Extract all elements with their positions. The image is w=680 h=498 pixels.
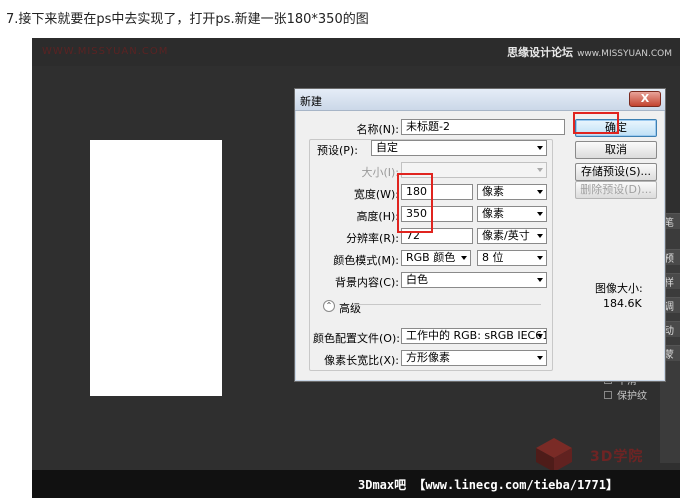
name-input[interactable]: 未标题-2	[401, 119, 565, 135]
chevron-down-icon	[537, 168, 543, 172]
save-preset-button[interactable]: 存储预设(S)...	[575, 163, 657, 181]
divider	[355, 304, 541, 305]
cancel-button[interactable]: 取消	[575, 141, 657, 159]
background-select[interactable]: 白色	[401, 272, 547, 288]
new-document-dialog: 新建 X 名称(N): 未标题-2 预设(P): 自定 大小(I): 宽度(W)…	[294, 88, 666, 382]
collapse-toggle-icon[interactable]: ⌃	[323, 300, 335, 312]
resolution-label: 分辨率(R):	[346, 232, 399, 245]
bit-depth-select[interactable]: 8 位	[477, 250, 547, 266]
color-profile-select[interactable]: 工作中的 RGB: sRGB IEC6196...	[401, 328, 547, 344]
preset-label: 预设(P):	[315, 142, 363, 158]
resolution-input[interactable]: 72	[401, 228, 473, 244]
advanced-label[interactable]: 高级	[339, 300, 361, 316]
height-label: 高度(H):	[356, 210, 399, 223]
chevron-down-icon	[537, 212, 543, 216]
chevron-down-icon	[537, 190, 543, 194]
resolution-unit-select[interactable]: 像素/英寸	[477, 228, 547, 244]
chevron-down-icon	[537, 356, 543, 360]
chevron-down-icon	[537, 256, 543, 260]
ok-button[interactable]: 确定	[575, 119, 657, 137]
layer-option[interactable]: 保护纹	[604, 387, 647, 402]
watermark-left: WWW.MISSYUAN.COM	[42, 46, 169, 57]
dialog-title: 新建	[300, 95, 322, 108]
chevron-down-icon	[537, 146, 543, 150]
width-label: 宽度(W):	[353, 188, 399, 201]
footer-bar: 3Dmax吧 【www.linecg.com/tieba/1771】	[32, 470, 680, 498]
height-input[interactable]: 350	[401, 206, 473, 222]
image-size-label: 图像大小:	[595, 282, 643, 295]
chevron-down-icon	[537, 334, 543, 338]
close-button[interactable]: X	[629, 91, 661, 107]
name-label: 名称(N):	[356, 123, 399, 136]
document-canvas	[90, 140, 222, 396]
pixel-aspect-select[interactable]: 方形像素	[401, 350, 547, 366]
color-mode-select[interactable]: RGB 颜色	[401, 250, 471, 266]
chevron-down-icon	[537, 234, 543, 238]
background-label: 背景内容(C):	[335, 276, 399, 289]
cube-logo-icon	[536, 438, 572, 472]
height-unit-select[interactable]: 像素	[477, 206, 547, 222]
size-select	[401, 162, 547, 178]
preset-select[interactable]: 自定	[371, 140, 547, 156]
pixel-aspect-label: 像素长宽比(X):	[324, 354, 399, 367]
watermark-right: 思缘设计论坛 www.MISSYUAN.COM	[507, 46, 672, 59]
dialog-titlebar[interactable]: 新建 X	[295, 89, 665, 111]
chevron-down-icon	[537, 278, 543, 282]
ps-top-bar: WWW.MISSYUAN.COM 思缘设计论坛 www.MISSYUAN.COM	[32, 38, 680, 66]
color-profile-label: 颜色配置文件(O):	[313, 332, 400, 345]
chevron-down-icon	[461, 256, 467, 260]
width-input[interactable]: 180	[401, 184, 473, 200]
tutorial-caption: 7.接下来就要在ps中去实现了，打开ps.新建一张180*350的图	[6, 12, 369, 27]
checkbox[interactable]	[604, 390, 612, 399]
delete-preset-button: 删除预设(D)...	[575, 181, 657, 199]
corner-watermark: 3D学院	[590, 449, 644, 465]
width-unit-select[interactable]: 像素	[477, 184, 547, 200]
footer-text: 3Dmax吧 【www.linecg.com/tieba/1771】	[358, 478, 618, 492]
size-label: 大小(I):	[361, 166, 399, 179]
color-mode-label: 颜色模式(M):	[333, 254, 399, 267]
image-size-value: 184.6K	[603, 297, 642, 310]
